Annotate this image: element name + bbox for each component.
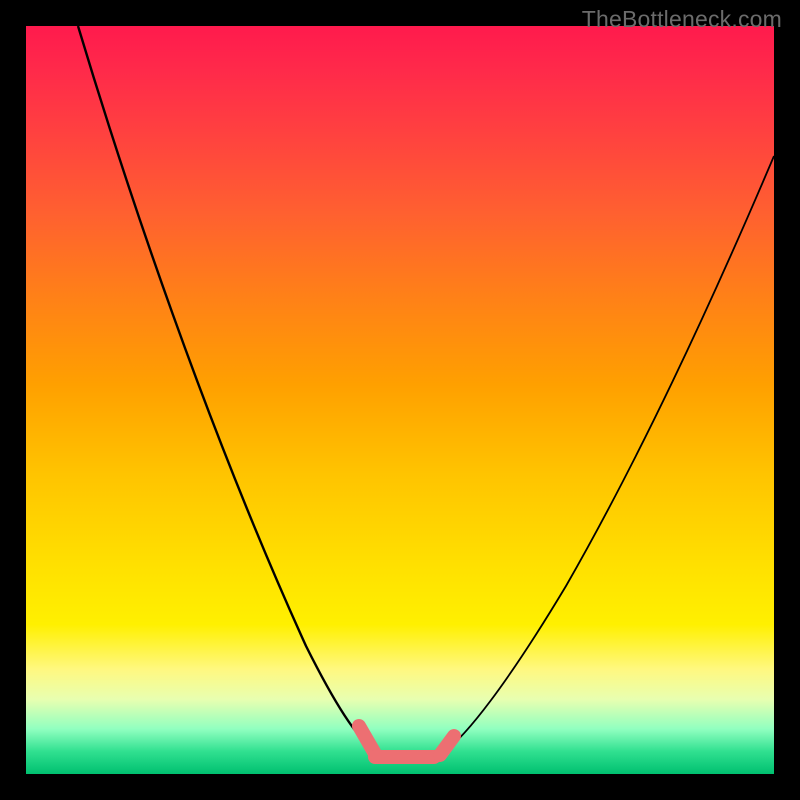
floor-markers — [359, 726, 454, 757]
chart-curves — [26, 26, 774, 774]
left-curve — [78, 26, 374, 751]
right-curve — [444, 156, 774, 752]
